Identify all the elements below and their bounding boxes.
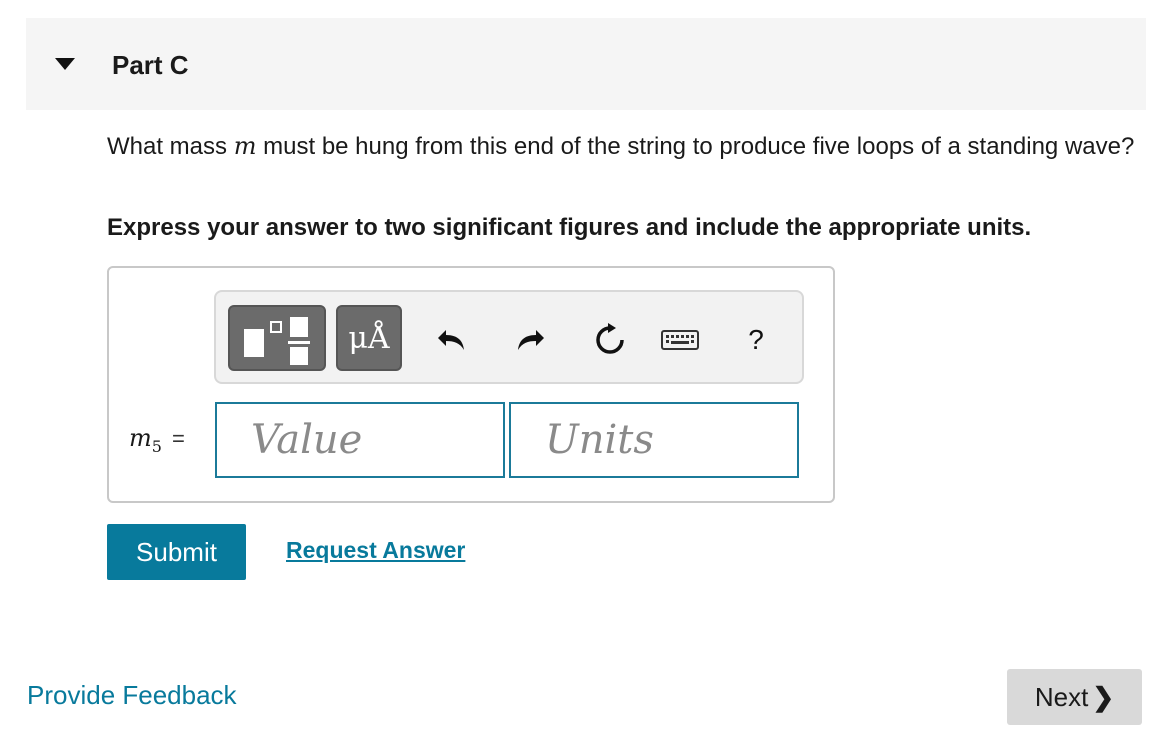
answer-box: μÅ ? m5 = Value Units xyxy=(107,266,835,503)
equation-subscript: 5 xyxy=(151,436,162,456)
part-header[interactable]: Part C xyxy=(26,18,1146,110)
help-icon: ? xyxy=(748,324,764,355)
units-button[interactable]: μÅ xyxy=(336,305,402,371)
value-input[interactable] xyxy=(215,402,505,478)
question-text: What mass m must be hung from this end o… xyxy=(107,130,1157,163)
answer-instruction: Express your answer to two significant f… xyxy=(107,214,1032,241)
next-button[interactable]: Next ❯ xyxy=(1007,669,1142,725)
part-title: Part C xyxy=(112,50,189,80)
undo-icon xyxy=(438,330,464,350)
math-toolbar: μÅ ? xyxy=(214,290,804,384)
reset-button[interactable] xyxy=(592,322,628,358)
reset-icon xyxy=(596,323,624,354)
question-after: must be hung from this end of the string… xyxy=(256,133,1135,160)
question-variable: m xyxy=(233,132,257,160)
equation-label: m5 = xyxy=(129,424,185,456)
collapse-caret-icon[interactable] xyxy=(55,58,75,70)
chevron-right-icon: ❯ xyxy=(1092,682,1115,712)
redo-button[interactable] xyxy=(512,322,548,358)
keyboard-button[interactable] xyxy=(660,322,699,358)
redo-icon xyxy=(518,330,544,350)
undo-button[interactable] xyxy=(434,322,470,358)
next-label: Next xyxy=(1034,682,1089,712)
units-input[interactable] xyxy=(509,402,799,478)
templates-button[interactable] xyxy=(228,305,326,371)
provide-feedback-link[interactable]: Provide Feedback xyxy=(27,680,237,711)
units-icon: μÅ xyxy=(348,321,390,356)
request-answer-link[interactable]: Request Answer xyxy=(286,537,465,564)
equation-variable: m xyxy=(129,424,152,452)
submit-button[interactable]: Submit xyxy=(107,524,246,580)
question-before: What mass xyxy=(107,133,234,160)
equals-sign: = xyxy=(171,426,185,451)
help-button[interactable]: ? xyxy=(738,322,774,358)
keyboard-icon xyxy=(661,330,699,350)
